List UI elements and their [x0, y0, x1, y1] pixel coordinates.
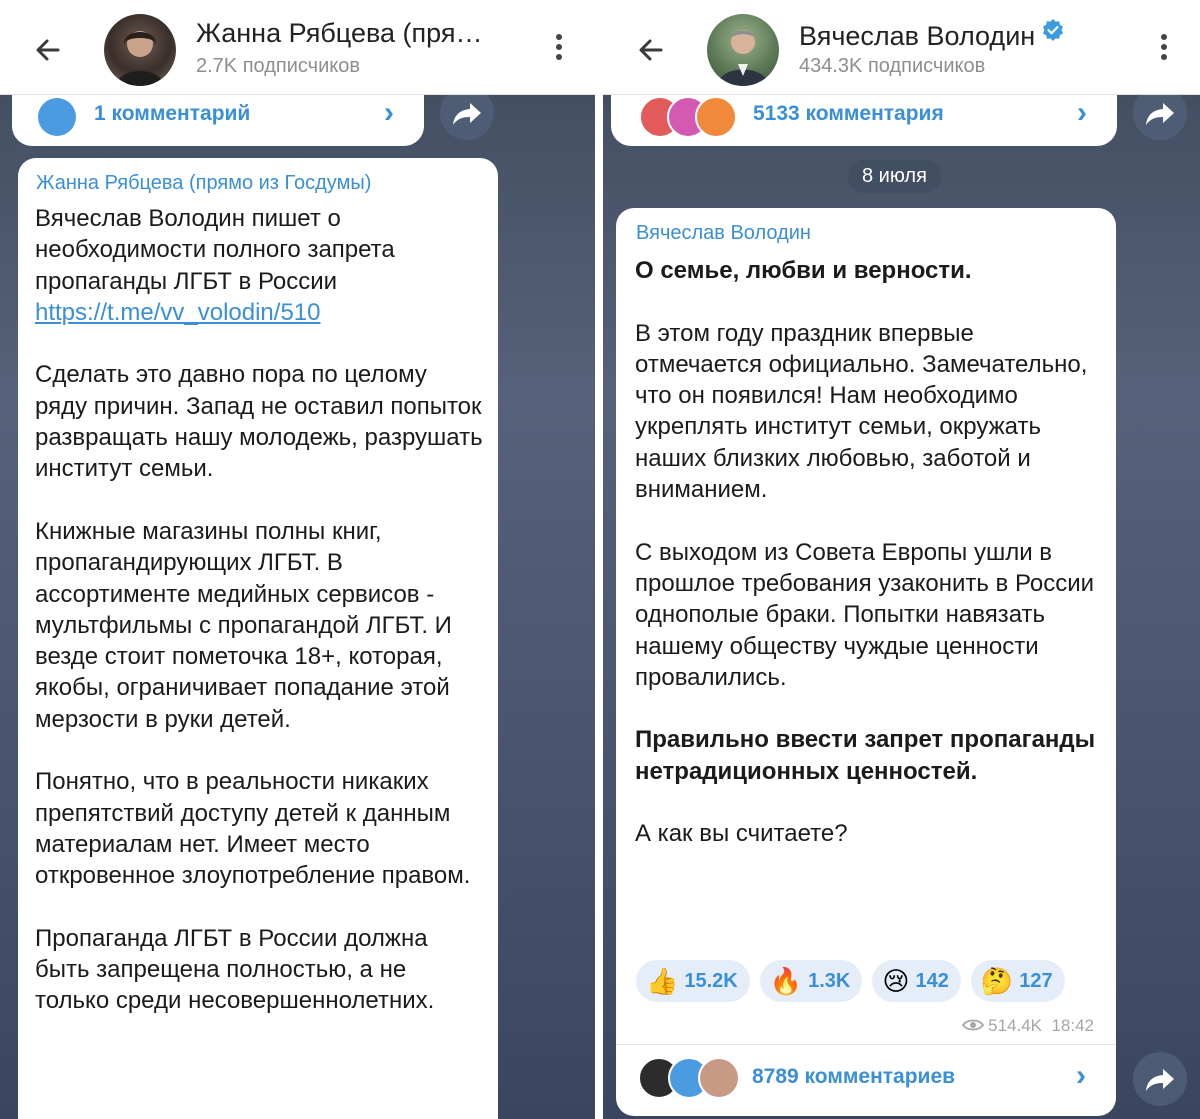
channel-avatar[interactable]: [104, 14, 176, 86]
message-paragraph: В этом году праздник впервые отмечается …: [635, 319, 1088, 504]
message-paragraph: Сделать это давно пора по целому ряду пр…: [35, 361, 483, 483]
thinking-face-icon: 🤔: [980, 966, 1014, 996]
message-text: О семье, любви и верности. В этом году п…: [635, 255, 1105, 850]
reaction-crying[interactable]: 😢 142: [872, 960, 961, 1002]
share-icon[interactable]: [1133, 1052, 1187, 1106]
reaction-count: 142: [915, 969, 949, 992]
chat-header: Вячеслав Володин 434.3K подписчиков: [603, 0, 1200, 95]
channel-title-text: Вячеслав Володин: [799, 21, 1036, 51]
reaction-thumbs-up[interactable]: 👍 15.2K: [636, 960, 750, 1002]
chevron-right-icon: ›: [1077, 96, 1087, 129]
chevron-right-icon: ›: [1076, 1059, 1086, 1092]
reaction-count: 1.3K: [808, 969, 851, 992]
channel-title: Вячеслав Володин: [799, 18, 1065, 52]
message-time: 18:42: [1051, 1016, 1094, 1035]
message-author: Вячеслав Володин: [636, 222, 811, 244]
eye-icon: [962, 1019, 985, 1031]
message-paragraph: Пропаганда ЛГБТ в России должна быть зап…: [35, 924, 435, 1015]
commenter-avatar: [38, 98, 76, 136]
comments-bar[interactable]: 8789 комментариев ›: [616, 1045, 1116, 1113]
reaction-count: 127: [1019, 969, 1053, 992]
more-options-icon[interactable]: [1154, 30, 1174, 70]
right-chat-panel: 5133 комментария › 8 июля Вячеслав Волод…: [603, 0, 1200, 1119]
date-separator: 8 июля: [848, 160, 941, 193]
channel-avatar[interactable]: [707, 14, 779, 86]
message-paragraph: Книжные магазины полны книг, пропагандир…: [35, 517, 452, 733]
message-text: Вячеслав Володин пишет о необходимости п…: [35, 203, 485, 1017]
crying-face-icon: 😢: [882, 966, 910, 996]
comments-bar[interactable]: 1 комментарий ›: [12, 90, 424, 146]
fire-icon: 🔥: [769, 966, 803, 996]
reaction-fire[interactable]: 🔥 1.3K: [759, 960, 863, 1002]
back-arrow-icon[interactable]: [631, 30, 671, 70]
message-paragraph: С выходом из Совета Европы ушли в прошло…: [635, 538, 1095, 691]
message-meta: 514.4K 18:42: [962, 1016, 1094, 1036]
message-paragraph: Правильно ввести запрет пропаганды нетра…: [635, 726, 1096, 785]
reaction-thinking[interactable]: 🤔 127: [970, 960, 1065, 1002]
comments-bar[interactable]: 5133 комментария ›: [611, 90, 1117, 146]
comments-count-label: 1 комментарий: [94, 102, 251, 125]
chat-header: Жанна Рябцева (пря… 2.7K подписчиков: [0, 0, 595, 95]
message-heading: О семье, любви и верности.: [635, 257, 972, 284]
message-link[interactable]: https://t.me/vv_volodin/510: [35, 299, 321, 326]
thumbs-up-icon: 👍: [646, 966, 679, 996]
message-author: Жанна Рябцева (прямо из Госдумы): [36, 172, 372, 194]
subscriber-count: 434.3K подписчиков: [799, 55, 986, 77]
left-chat-panel: 1 комментарий › Жанна Рябцева (прямо из …: [0, 0, 595, 1119]
comments-count-label: 5133 комментария: [753, 102, 944, 125]
more-options-icon[interactable]: [549, 30, 569, 70]
verified-icon: [1043, 19, 1064, 41]
message-question: А как вы считаете?: [635, 820, 848, 848]
reaction-count: 15.2K: [684, 969, 738, 992]
commenter-avatars: [638, 1057, 748, 1099]
message-paragraph: Вячеслав Володин пишет о необходимости п…: [35, 205, 395, 295]
message-paragraph: Понятно, что в реальности никаких препят…: [35, 768, 471, 890]
avatar: [698, 1057, 740, 1099]
message-bubble: Вячеслав Володин О семье, любви и вернос…: [616, 208, 1116, 1116]
reactions-row: 👍 15.2K 🔥 1.3K 😢 142 🤔 127: [636, 960, 1065, 1002]
comments-count-label: 8789 комментариев: [752, 1065, 956, 1088]
subscriber-count: 2.7K подписчиков: [196, 55, 360, 77]
chevron-right-icon: ›: [384, 96, 394, 129]
channel-title: Жанна Рябцева (пря…: [196, 18, 483, 48]
panel-divider: [595, 0, 603, 1119]
avatar: [695, 96, 737, 138]
message-bubble: Жанна Рябцева (прямо из Госдумы) Вячесла…: [18, 158, 498, 1119]
commenter-avatars: [639, 96, 739, 138]
view-count: 514.4K: [988, 1016, 1042, 1035]
back-arrow-icon[interactable]: [28, 30, 68, 70]
